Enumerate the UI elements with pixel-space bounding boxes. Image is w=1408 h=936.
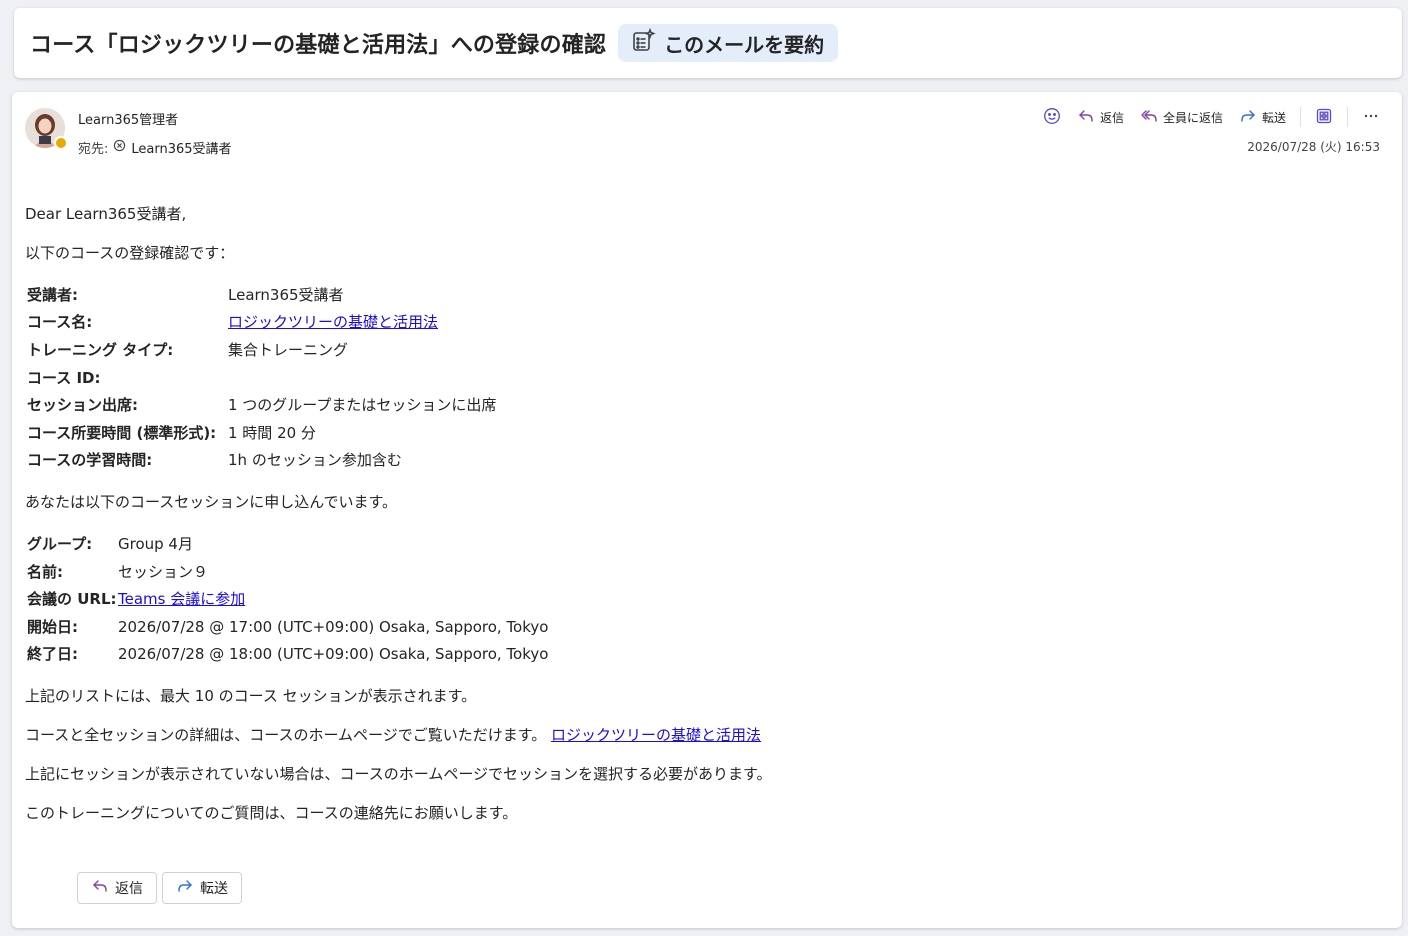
detail-key: コース名: (27, 313, 93, 332)
detail-key: 終了日: (27, 645, 78, 664)
reply-icon (91, 877, 109, 899)
received-timestamp: 2026/07/28 (火) 16:53 (1247, 140, 1380, 154)
detail-value-cell: 1 つのグループまたはセッションに出席 (228, 391, 496, 419)
detail-key: コース ID: (27, 368, 101, 387)
reply-all-label: 全員に返信 (1162, 110, 1223, 125)
apps-grid-icon (1315, 107, 1333, 128)
email-body: Dear Learn365受講者, 以下のコースの登録確認です： 受講者: Lea… (25, 204, 1225, 842)
detail-key: セッション出席: (27, 396, 138, 415)
quick-action-buttons: 返信 転送 (77, 872, 242, 904)
email-reading-pane: Learn365管理者 宛先: Learn365受講者 返信 全員に返信 転送 … (12, 92, 1402, 928)
detail-row: コースの学習時間: 1h のセッション参加含む (27, 447, 496, 475)
detail-row: 開始日: 2026/07/28 @ 17:00 (UTC+09:00) Osaka… (27, 613, 548, 641)
reply-icon (1077, 107, 1095, 128)
contact-note: このトレーニングについてのご質問は、コースの連絡先にお願いします。 (25, 804, 518, 823)
subject-header: コース「ロジックツリーの基礎と活用法」への登録の確認 このメールを要約 (14, 8, 1402, 78)
detail-value-cell: 1h のセッション参加含む (228, 447, 496, 475)
forward-button[interactable]: 転送 (1233, 104, 1292, 130)
emoji-icon (1043, 107, 1061, 128)
more-actions-button[interactable] (1356, 104, 1386, 130)
footer-reply-button[interactable]: 返信 (77, 872, 157, 904)
detail-value-cell: 集合トレーニング (228, 336, 496, 364)
message-actions-toolbar: 返信 全員に返信 転送 (1037, 104, 1386, 130)
footer-forward-label: 転送 (200, 881, 228, 897)
detail-key: 名前: (27, 562, 63, 581)
toolbar-divider (1300, 107, 1301, 127)
greeting: Dear Learn365受講者, (25, 205, 187, 223)
email-subject: コース「ロジックツリーの基礎と活用法」への登録の確認 (30, 33, 607, 58)
detail-value-cell: 2026/07/28 @ 17:00 (UTC+09:00) Osaka, Sa… (118, 613, 548, 641)
detail-key: コース所要時間 (標準形式): (27, 423, 217, 442)
toolbar-divider (1347, 107, 1348, 127)
detail-value-cell (228, 364, 496, 392)
detail-row: 受講者: Learn365受講者 (27, 281, 496, 309)
reply-label: 返信 (1099, 110, 1124, 125)
detail-value: 1 つのグループまたはセッションに出席 (228, 396, 497, 415)
detail-row: 終了日: 2026/07/28 @ 18:00 (UTC+09:00) Osaka… (27, 641, 548, 669)
reply-button[interactable]: 返信 (1071, 104, 1130, 130)
detail-value-cell: Teams 会議に参加 (118, 585, 548, 613)
copilot-summary-icon (630, 27, 656, 59)
apps-button[interactable] (1309, 104, 1339, 130)
more-options-icon (1362, 107, 1380, 128)
detail-key: トレーニング タイプ: (27, 340, 174, 359)
detail-link[interactable]: ロジックツリーの基礎と活用法 (228, 313, 438, 331)
detail-link[interactable]: Teams 会議に参加 (118, 590, 245, 608)
intro-text: 以下のコースの登録確認です： (25, 244, 235, 262)
details-paragraph: コースと全セッションの詳細は、コースのホームページでご覧いただけます。 ロジック… (25, 725, 1225, 745)
detail-value-cell: 1 時間 20 分 (228, 419, 496, 447)
select-session-note: 上記にセッションが表示されていない場合は、コースのホームページでセッションを選択… (25, 765, 772, 784)
detail-row: コース所要時間 (標準形式): 1 時間 20 分 (27, 419, 496, 447)
detail-row: コース ID: (27, 364, 496, 392)
recipient-name[interactable]: Learn365受講者 (131, 138, 231, 157)
detail-value-cell: 2026/07/28 @ 18:00 (UTC+09:00) Osaka, Sa… (118, 641, 548, 669)
detail-row: セッション出席: 1 つのグループまたはセッションに出席 (27, 391, 496, 419)
detail-value: Learn365受講者 (228, 285, 344, 304)
emoji-reaction-button[interactable] (1037, 104, 1067, 130)
forward-label: 転送 (1261, 110, 1286, 125)
detail-value-cell: Group 4月 (118, 530, 548, 558)
detail-value: 集合トレーニング (228, 340, 349, 359)
detail-row: グループ: Group 4月 (27, 530, 548, 558)
detail-row: トレーニング タイプ: 集合トレーニング (27, 336, 496, 364)
footer-reply-label: 返信 (115, 881, 143, 897)
reply-all-icon (1140, 107, 1158, 128)
list-note: 上記のリストには、最大 10 のコース セッションが表示されます。 (25, 687, 477, 706)
detail-value: 2026/07/28 @ 17:00 (UTC+09:00) Osaka, Sa… (118, 617, 549, 636)
session-details-table: グループ: Group 4月 名前: セッション９ 会議の URL: Teams 会議に参… (27, 530, 548, 668)
detail-value-cell: Learn365受講者 (228, 281, 496, 309)
details-text: コースと全セッションの詳細は、コースのホームページでご覧いただけます。 (25, 726, 547, 745)
detail-value-cell: ロジックツリーの基礎と活用法 (228, 309, 496, 337)
session-intro-text: あなたは以下のコースセッションに申し込んでいます。 (25, 493, 398, 512)
detail-key: グループ: (27, 534, 93, 553)
detail-value-cell: セッション９ (118, 558, 548, 586)
detail-key: コースの学習時間: (27, 451, 153, 470)
summarize-label: このメールを要約 (664, 32, 825, 57)
sender-avatar[interactable] (25, 108, 68, 150)
detail-row: 名前: セッション９ (27, 558, 548, 586)
recipient-status-icon (113, 139, 126, 156)
recipients-row: 宛先: Learn365受講者 (78, 138, 232, 157)
detail-row: 会議の URL: Teams 会議に参加 (27, 585, 548, 613)
forward-icon (176, 877, 194, 899)
course-details-table: 受講者: Learn365受講者コース名: ロジックツリーの基礎と活用法トレーニング… (27, 281, 496, 474)
detail-value: Group 4月 (118, 534, 193, 553)
summarize-email-button[interactable]: このメールを要約 (618, 24, 839, 62)
presence-away-icon (54, 136, 68, 150)
footer-forward-button[interactable]: 転送 (162, 872, 242, 904)
detail-value: セッション９ (118, 562, 209, 581)
detail-value: 1 時間 20 分 (228, 423, 316, 442)
course-homepage-link[interactable]: ロジックツリーの基礎と活用法 (551, 726, 761, 744)
sender-name[interactable]: Learn365管理者 (78, 109, 178, 128)
detail-value: 2026/07/28 @ 18:00 (UTC+09:00) Osaka, Sa… (118, 645, 549, 664)
detail-key: 会議の URL: (27, 590, 117, 609)
detail-row: コース名: ロジックツリーの基礎と活用法 (27, 309, 496, 337)
detail-key: 受講者: (27, 285, 78, 304)
detail-value: 1h のセッション参加含む (228, 451, 402, 470)
reply-all-button[interactable]: 全員に返信 (1134, 104, 1229, 130)
forward-icon (1239, 107, 1257, 128)
detail-key: 開始日: (27, 617, 78, 636)
to-label: 宛先: (78, 142, 109, 157)
